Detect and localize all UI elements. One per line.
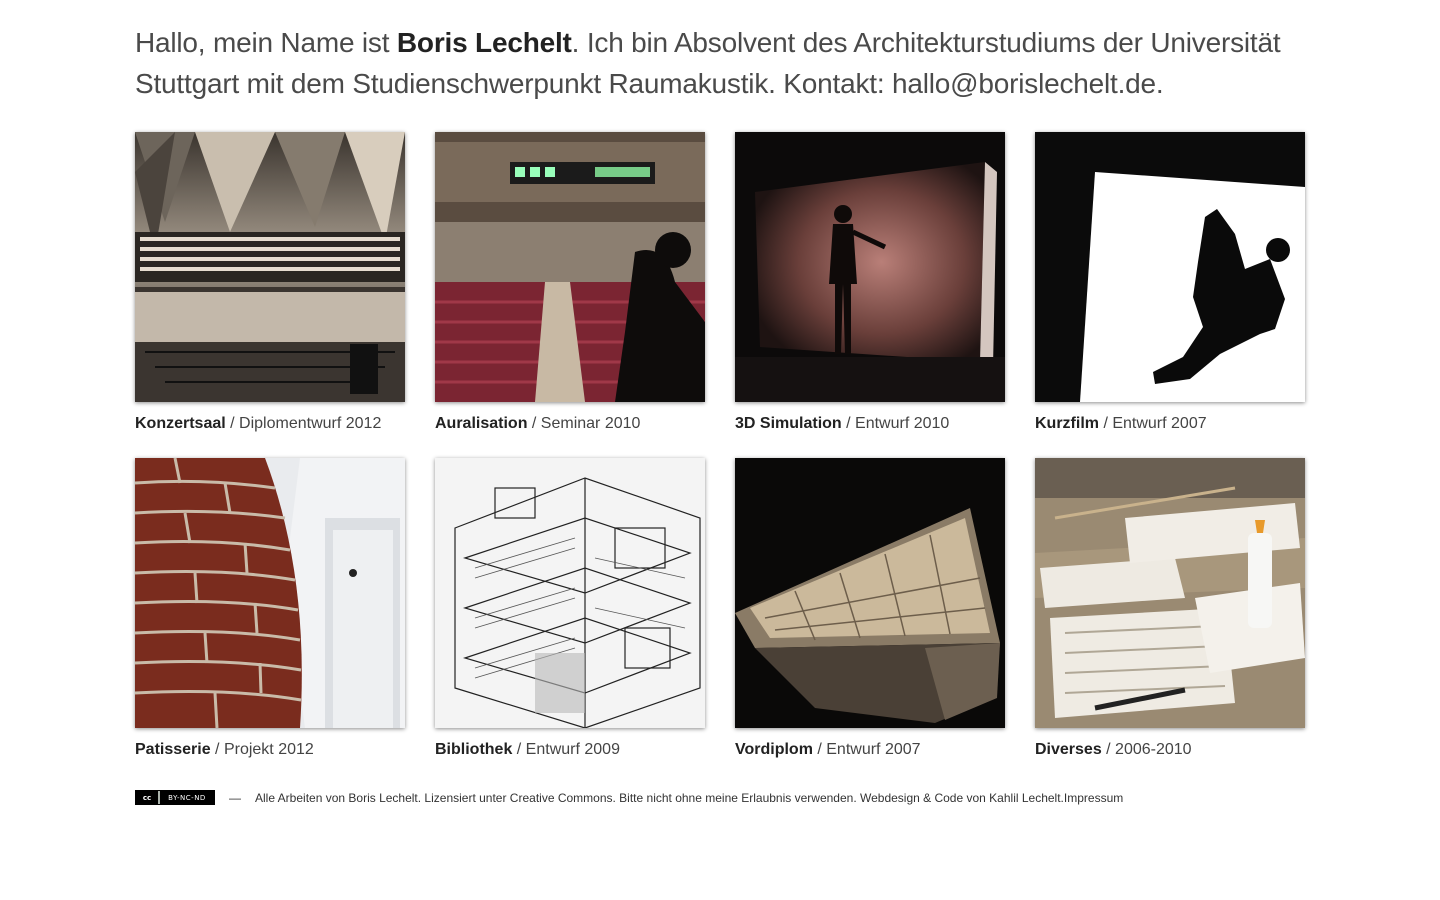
caption-sub: / Entwurf 2007	[1099, 415, 1207, 432]
bibliothek-thumbnail[interactable]	[435, 458, 705, 728]
caption-auralisation: Auralisation / Seminar 2010	[435, 415, 705, 433]
intro-pre: Hallo, mein Name ist	[135, 27, 397, 58]
cc-icon: cc	[136, 791, 158, 804]
model-image	[735, 458, 1005, 728]
caption-title[interactable]: 3D Simulation	[735, 415, 842, 432]
library-drawing-image	[435, 458, 705, 728]
auralisation-thumbnail[interactable]	[435, 132, 705, 402]
project-tile-diverses[interactable]: Diverses / 2006-2010	[1035, 458, 1305, 759]
footer-text: Alle Arbeiten von Boris Lechelt. Lizensi…	[255, 790, 1064, 805]
diverses-thumbnail[interactable]	[1035, 458, 1305, 728]
project-tile-patisserie[interactable]: Patisserie / Projekt 2012	[135, 458, 405, 759]
project-tile-bibliothek[interactable]: Bibliothek / Entwurf 2009	[435, 458, 705, 759]
caption-sub: / 2006-2010	[1101, 741, 1192, 758]
caption-patisserie: Patisserie / Projekt 2012	[135, 741, 405, 759]
footer: cc BY-NC-ND — Alle Arbeiten von Boris Le…	[135, 790, 1305, 805]
intro-name: Boris Lechelt	[396, 27, 572, 58]
cc-license-badge[interactable]: cc BY-NC-ND	[135, 790, 215, 805]
caption-title[interactable]: Vordiplom	[735, 741, 813, 758]
project-tile-auralisation[interactable]: Auralisation / Seminar 2010	[435, 132, 705, 433]
caption-konzertsaal: Konzertsaal / Diplomentwurf 2012	[135, 415, 405, 433]
3d-simulation-thumbnail[interactable]	[735, 132, 1005, 402]
patisserie-thumbnail[interactable]	[135, 458, 405, 728]
caption-sub: / Diplomentwurf 2012	[225, 415, 382, 432]
caption-diverses: Diverses / 2006-2010	[1035, 741, 1305, 759]
caption-title[interactable]: Kurzfilm	[1035, 415, 1099, 432]
cc-license-text: BY-NC-ND	[160, 791, 214, 804]
silhouette-image	[1035, 132, 1305, 402]
caption-title[interactable]: Auralisation	[435, 415, 527, 432]
caption-kurzfilm: Kurzfilm / Entwurf 2007	[1035, 415, 1305, 433]
kurzfilm-thumbnail[interactable]	[1035, 132, 1305, 402]
caption-title[interactable]: Diverses	[1035, 741, 1102, 758]
cave-simulation-image	[735, 132, 1005, 402]
caption-bibliothek: Bibliothek / Entwurf 2009	[435, 741, 705, 759]
caption-sub: / Entwurf 2010	[841, 415, 950, 432]
project-tile-3d-simulation[interactable]: 3D Simulation / Entwurf 2010	[735, 132, 1005, 433]
caption-sub: / Seminar 2010	[527, 415, 641, 432]
caption-sub: / Projekt 2012	[210, 741, 314, 758]
concert-hall-image	[135, 132, 405, 402]
impressum-link[interactable]: Impressum	[1064, 791, 1123, 805]
caption-title[interactable]: Patisserie	[135, 741, 211, 758]
caption-sub: / Entwurf 2007	[812, 741, 921, 758]
footer-dash: —	[229, 790, 241, 805]
project-tile-kurzfilm[interactable]: Kurzfilm / Entwurf 2007	[1035, 132, 1305, 433]
vordiplom-thumbnail[interactable]	[735, 458, 1005, 728]
auralisation-image	[435, 132, 705, 402]
intro-text: Hallo, mein Name ist Boris Lechelt. Ich …	[135, 22, 1305, 104]
caption-vordiplom: Vordiplom / Entwurf 2007	[735, 741, 1005, 759]
workshop-image	[1035, 458, 1305, 728]
caption-3d-simulation: 3D Simulation / Entwurf 2010	[735, 415, 1005, 433]
caption-sub: / Entwurf 2009	[512, 741, 620, 758]
project-tile-vordiplom[interactable]: Vordiplom / Entwurf 2007	[735, 458, 1005, 759]
concert-hall-thumbnail[interactable]	[135, 132, 405, 402]
caption-title[interactable]: Bibliothek	[435, 741, 512, 758]
project-tile-konzertsaal[interactable]: Konzertsaal / Diplomentwurf 2012	[135, 132, 405, 433]
brick-door-image	[135, 458, 405, 728]
caption-title[interactable]: Konzertsaal	[135, 415, 226, 432]
